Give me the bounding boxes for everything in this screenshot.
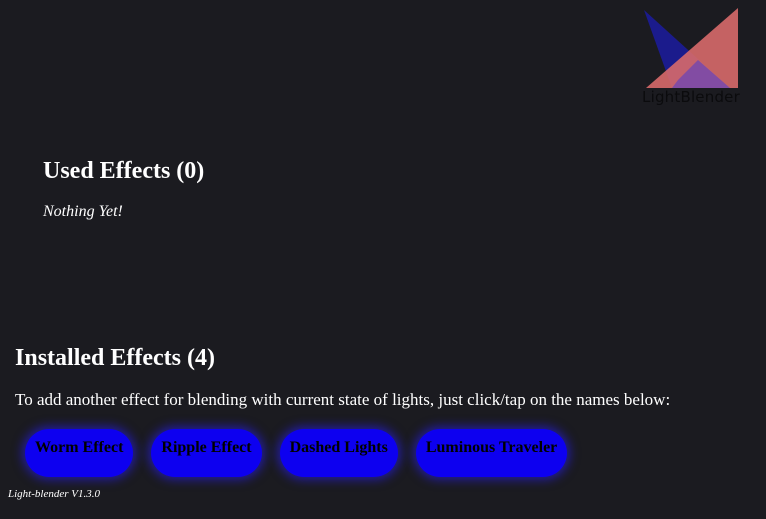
effect-button-ripple-effect[interactable]: Ripple Effect [151, 429, 262, 477]
installed-effects-section: Installed Effects (4) To add another eff… [15, 343, 755, 477]
used-effects-title: Used Effects (0) [43, 158, 205, 184]
effect-button-dashed-lights[interactable]: Dashed Lights [279, 429, 398, 477]
installed-effects-hint: To add another effect for blending with … [15, 390, 671, 409]
used-effects-empty-text: Nothing Yet! [43, 203, 123, 220]
logo-mark-icon [644, 8, 738, 88]
used-effects-section: Used Effects (0) Nothing Yet! [43, 156, 204, 222]
app-page: LightBlender Used Effects (0) Nothing Ye… [0, 0, 766, 519]
effect-button-worm-effect[interactable]: Worm Effect [25, 429, 134, 477]
version-label: Light-blender V1.3.0 [8, 488, 100, 500]
effects-button-row: Worm Effect Ripple Effect Dashed Lights … [25, 429, 568, 477]
installed-effects-title: Installed Effects (4) [15, 345, 215, 371]
effect-button-luminous-traveler[interactable]: Luminous Traveler [415, 429, 568, 477]
lightblender-logo: LightBlender [640, 8, 742, 108]
logo-text: LightBlender [642, 88, 740, 106]
